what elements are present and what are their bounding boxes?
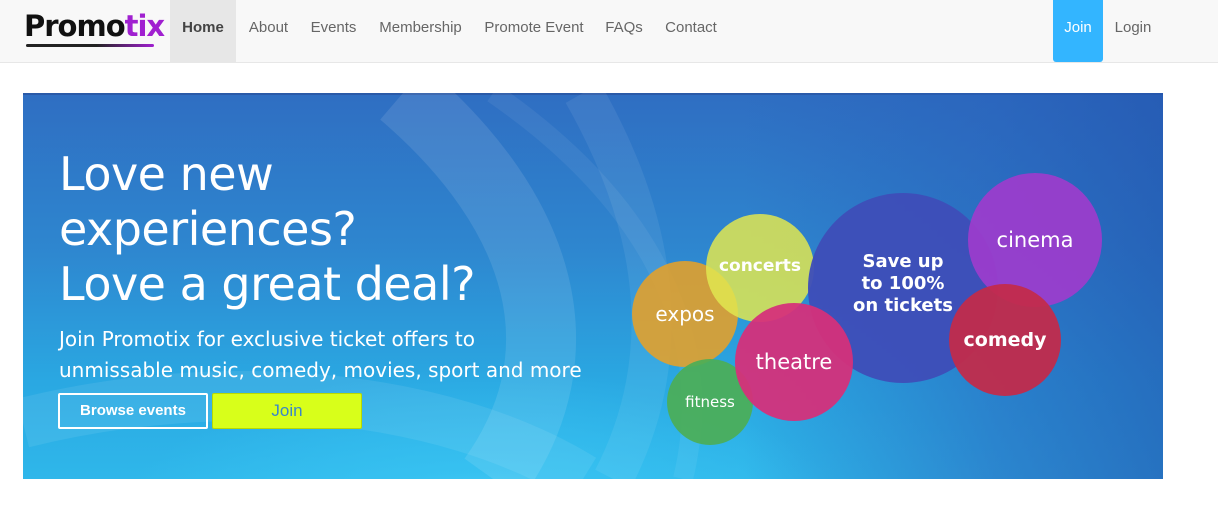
- bubble-theatre-label: theatre: [755, 350, 833, 374]
- bubble-theatre[interactable]: theatre: [735, 303, 853, 421]
- hero-join-button[interactable]: Join: [212, 393, 362, 429]
- brand-underline: [26, 44, 154, 47]
- top-navbar: Promotix Home About Events Membership Pr…: [0, 0, 1218, 63]
- brand-logo[interactable]: Promotix: [24, 9, 166, 49]
- nav-membership[interactable]: Membership: [370, 0, 471, 62]
- hero-title-line-1: Love new: [59, 147, 274, 201]
- hero-subtitle-line-2: unmissable music, comedy, movies, sport …: [59, 358, 582, 382]
- bubble-fitness-label: fitness: [685, 393, 735, 411]
- hero-title-line-3: Love a great deal?: [59, 257, 476, 311]
- brand-name-main: Promo: [24, 9, 126, 43]
- hero-title-line-2: experiences?: [59, 202, 357, 256]
- nav-promote-event[interactable]: Promote Event: [476, 0, 592, 62]
- bubble-expos-label: expos: [655, 302, 715, 326]
- hero-banner: Love new experiences? Love a great deal?…: [23, 93, 1163, 479]
- bubble-concerts-label: concerts: [718, 256, 802, 276]
- bubble-save-line-1: Save up: [862, 251, 944, 272]
- bubble-save-line-2: to 100%: [861, 273, 945, 294]
- brand-name-accent: tix: [124, 9, 166, 43]
- nav-faqs[interactable]: FAQs: [597, 0, 651, 62]
- nav-home[interactable]: Home: [170, 0, 236, 62]
- nav-events[interactable]: Events: [303, 0, 364, 62]
- nav-about[interactable]: About: [238, 0, 299, 62]
- bubble-comedy-label: comedy: [963, 329, 1047, 351]
- bubble-cinema-label: cinema: [996, 228, 1074, 252]
- nav-contact[interactable]: Contact: [656, 0, 726, 62]
- browse-events-button[interactable]: Browse events: [58, 393, 208, 429]
- bubble-comedy[interactable]: comedy: [949, 284, 1061, 396]
- hero-title: Love new experiences? Love a great deal?: [59, 147, 579, 312]
- nav-login[interactable]: Login: [1108, 0, 1158, 62]
- nav-join-button[interactable]: Join: [1053, 0, 1103, 62]
- bubble-save-line-3: on tickets: [853, 295, 953, 316]
- hero-subtitle-line-1: Join Promotix for exclusive ticket offer…: [59, 327, 475, 351]
- hero-subtitle: Join Promotix for exclusive ticket offer…: [59, 324, 619, 386]
